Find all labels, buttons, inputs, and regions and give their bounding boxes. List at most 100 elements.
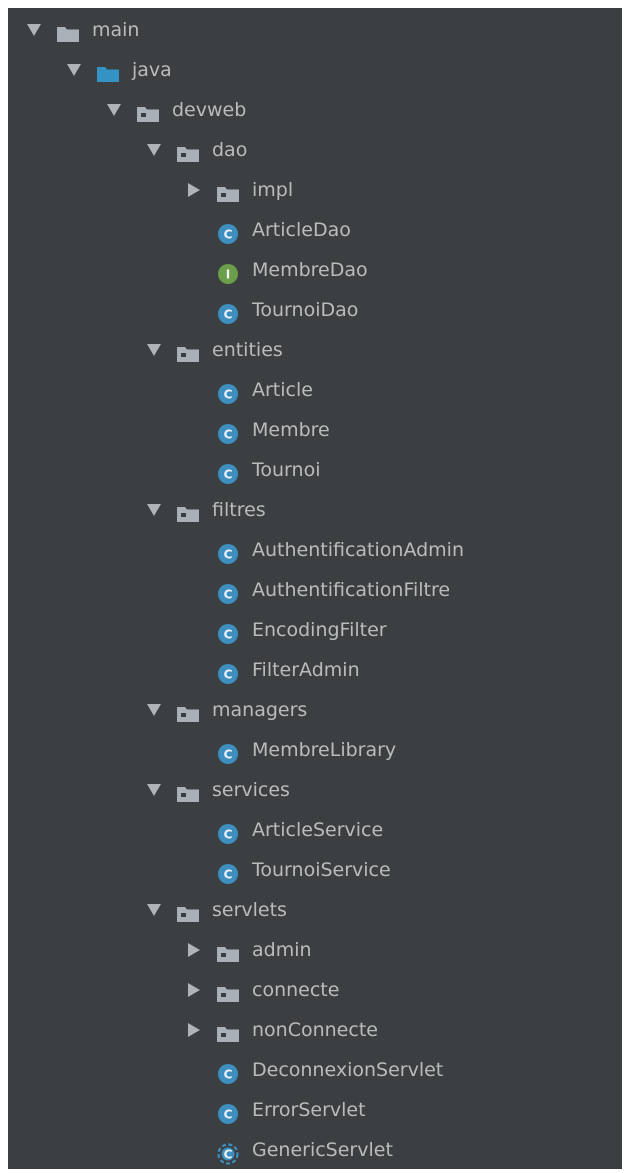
tree-item-managers[interactable]: managers [8,690,622,730]
tree-item-article[interactable]: C Article [8,370,622,410]
tree-item-articleservice[interactable]: C ArticleService [8,810,622,850]
svg-text:C: C [224,868,233,882]
folder-icon [56,19,80,42]
collapsed-arrow-icon[interactable] [184,1010,204,1050]
package-icon [176,699,200,722]
svg-text:C: C [224,428,233,442]
svg-text:C: C [224,1148,233,1162]
class-icon: C [216,459,240,484]
tree-item-java[interactable]: java [8,50,622,90]
tree-item-services[interactable]: services [8,770,622,810]
expanded-arrow-icon[interactable] [144,890,164,930]
tree-item-label: TournoiDao [252,299,359,321]
expanded-arrow-icon[interactable] [144,330,164,370]
svg-text:C: C [224,828,233,842]
expanded-arrow-icon[interactable] [144,490,164,530]
package-icon [176,499,200,522]
tree-item-label: connecte [252,979,340,1001]
expanded-arrow-icon[interactable] [144,130,164,170]
svg-text:C: C [224,308,233,322]
package-icon [216,179,240,202]
project-tree-panel: main java devweb dao impl C ArticleDao I MembreD… [8,8,622,1169]
tree-item-admin[interactable]: admin [8,930,622,970]
package-icon [176,779,200,802]
svg-text:C: C [224,1068,233,1082]
tree-item-label: ErrorServlet [252,1099,366,1121]
class-icon: C [216,859,240,884]
tree-item-genericservlet[interactable]: C GenericServlet [8,1130,622,1169]
class-icon: C [216,379,240,404]
tree-item-label: filtres [212,499,266,521]
tree-item-main[interactable]: main [8,10,622,50]
package-icon [176,139,200,162]
tree-item-filtres[interactable]: filtres [8,490,622,530]
tree-item-label: admin [252,939,312,961]
svg-text:C: C [224,548,233,562]
tree-item-label: entities [212,339,283,361]
tree-item-membrelibrary[interactable]: C MembreLibrary [8,730,622,770]
tree-item-label: nonConnecte [252,1019,378,1041]
expanded-arrow-icon[interactable] [104,90,124,130]
tree-item-encodingfilter[interactable]: C EncodingFilter [8,610,622,650]
tree-item-tournoi[interactable]: C Tournoi [8,450,622,490]
tree-item-membredao[interactable]: I MembreDao [8,250,622,290]
tree-item-impl[interactable]: impl [8,170,622,210]
tree-item-label: TournoiService [252,859,391,881]
class-icon: C [216,1099,240,1124]
source-folder-icon [96,59,120,82]
svg-text:C: C [224,388,233,402]
tree-item-label: AuthentificationAdmin [252,539,464,561]
interface-icon: I [216,259,240,284]
tree-item-label: FilterAdmin [252,659,360,681]
tree-item-connecte[interactable]: connecte [8,970,622,1010]
class-icon: C [216,219,240,244]
collapsed-arrow-icon[interactable] [184,930,204,970]
svg-text:C: C [224,1108,233,1122]
tree-item-label: Tournoi [252,459,321,481]
collapsed-arrow-icon[interactable] [184,170,204,210]
tree-item-label: Membre [252,419,330,441]
tree-item-membre[interactable]: C Membre [8,410,622,450]
tree-item-tournoidao[interactable]: C TournoiDao [8,290,622,330]
class-icon: C [216,419,240,444]
tree-item-dao[interactable]: dao [8,130,622,170]
tree-item-label: GenericServlet [252,1139,393,1161]
class-icon: C [216,739,240,764]
svg-text:C: C [224,228,233,242]
tree-item-errorservlet[interactable]: C ErrorServlet [8,1090,622,1130]
tree-item-devweb[interactable]: devweb [8,90,622,130]
expanded-arrow-icon[interactable] [64,50,84,90]
svg-text:C: C [224,468,233,482]
expanded-arrow-icon[interactable] [24,10,44,50]
expanded-arrow-icon[interactable] [144,770,164,810]
svg-text:I: I [226,268,230,282]
class-icon: C [216,299,240,324]
package-icon [216,939,240,962]
tree-item-label: devweb [172,99,247,121]
tree-item-authentificationadmin[interactable]: C AuthentificationAdmin [8,530,622,570]
tree-item-label: DeconnexionServlet [252,1059,444,1081]
class-icon: C [216,819,240,844]
tree-item-label: MembreLibrary [252,739,397,761]
class-icon: C [216,1059,240,1084]
tree-item-tournoiservice[interactable]: C TournoiService [8,850,622,890]
tree-item-authentificationfiltre[interactable]: C AuthentificationFiltre [8,570,622,610]
tree-item-label: MembreDao [252,259,368,281]
tree-item-label: Article [252,379,313,401]
collapsed-arrow-icon[interactable] [184,970,204,1010]
tree-item-label: EncodingFilter [252,619,387,641]
svg-text:C: C [224,748,233,762]
tree-item-filteradmin[interactable]: C FilterAdmin [8,650,622,690]
expanded-arrow-icon[interactable] [144,690,164,730]
tree-item-entities[interactable]: entities [8,330,622,370]
package-icon [216,979,240,1002]
tree-item-label: servlets [212,899,287,921]
class-icon: C [216,659,240,684]
tree-item-label: managers [212,699,308,721]
tree-item-servlets[interactable]: servlets [8,890,622,930]
tree-item-deconnexionservlet[interactable]: C DeconnexionServlet [8,1050,622,1090]
tree-item-label: dao [212,139,248,161]
tree-item-articledao[interactable]: C ArticleDao [8,210,622,250]
tree-item-nonconnecte[interactable]: nonConnecte [8,1010,622,1050]
svg-text:C: C [224,628,233,642]
